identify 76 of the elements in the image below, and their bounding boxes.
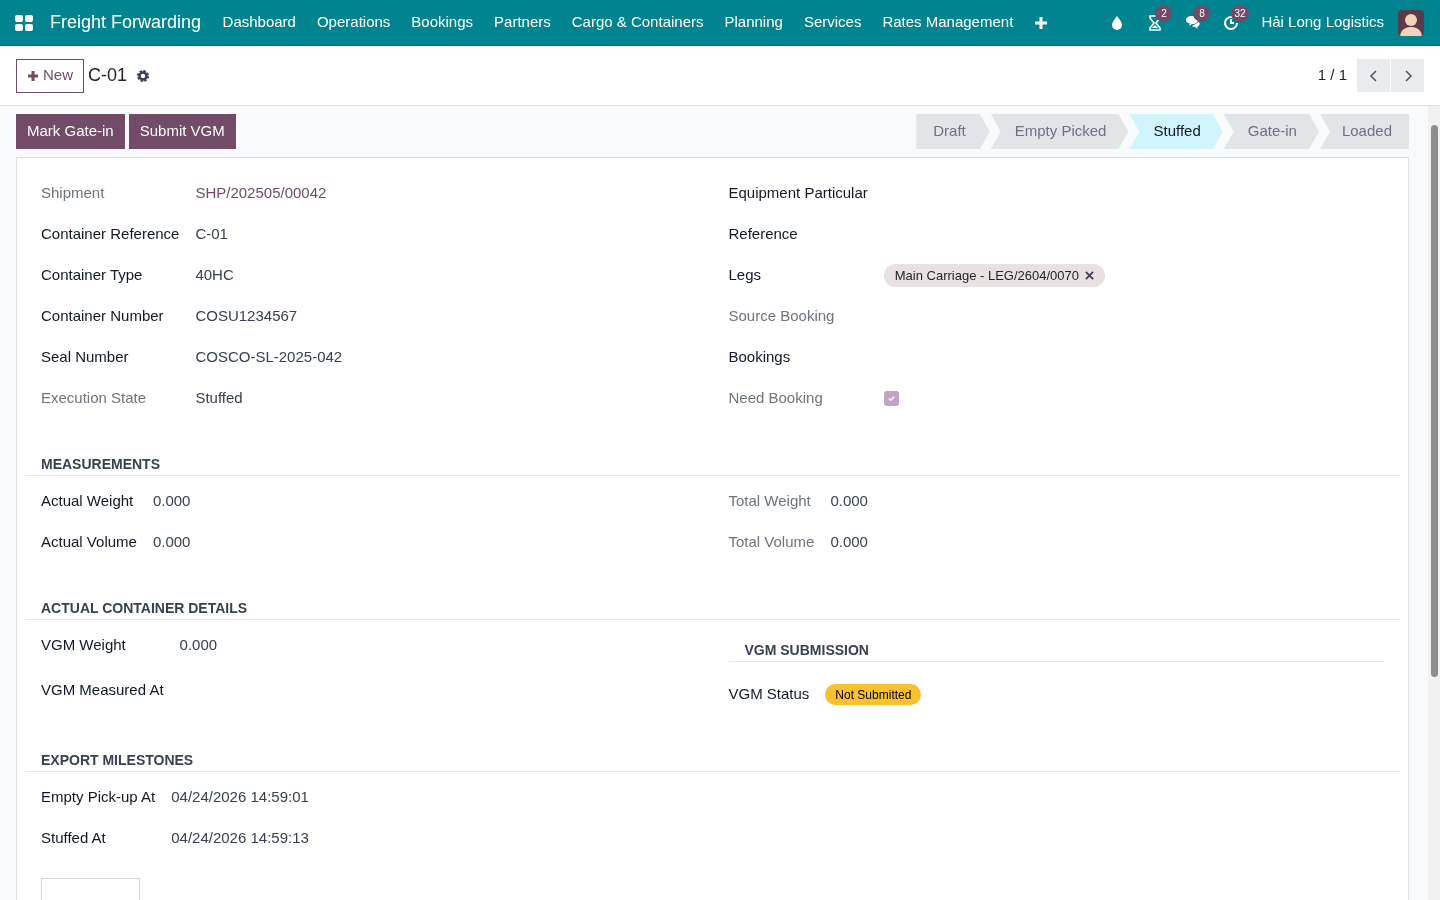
field-value: 04/24/2026 14:59:13 — [171, 828, 309, 849]
field-label: Container Type — [41, 265, 144, 286]
company-name[interactable]: Hải Long Logistics — [1261, 11, 1384, 34]
field-label: Actual Weight — [41, 491, 135, 512]
field-label: Shipment — [41, 183, 106, 204]
field-label: VGM Status — [728, 684, 810, 705]
field-label: Legs — [728, 265, 763, 286]
nav-menu-item[interactable]: Operations — [306, 11, 401, 34]
status-stage[interactable]: Draft — [916, 114, 990, 149]
nav-menu-item[interactable]: Partners — [483, 11, 562, 34]
field-label: Container Reference — [41, 224, 180, 245]
field-label: Bookings — [728, 347, 792, 368]
field-label: Source Booking — [728, 306, 836, 327]
leg-tag: Main Carriage - LEG/2604/0070 — [883, 264, 1105, 287]
nav-menu-item[interactable]: Rates Management — [871, 11, 1024, 34]
field-label: Total Volume — [728, 532, 815, 553]
record-title: C-01 — [88, 64, 128, 87]
plus-icon[interactable] — [1033, 15, 1048, 30]
nav-menu-item[interactable]: Services — [793, 11, 872, 34]
section-heading: ACTUAL CONTAINER DETAILS — [41, 600, 248, 616]
user-avatar[interactable] — [1398, 9, 1424, 36]
status-stage[interactable]: Empty Picked — [990, 114, 1129, 149]
nav-menu-item[interactable]: Cargo & Containers — [561, 11, 714, 34]
section-heading: VGM SUBMISSION — [744, 642, 869, 658]
nav-menu-item[interactable]: Dashboard — [212, 11, 307, 34]
action-button[interactable]: Submit VGM — [128, 114, 236, 149]
field-value: 0.000 — [152, 491, 191, 512]
scrollbar[interactable] — [1428, 106, 1440, 900]
field-value: COSU1234567 — [195, 306, 298, 327]
field-label: Actual Volume — [41, 532, 137, 553]
remove-icon[interactable] — [1085, 271, 1094, 280]
notification-badge: 2 — [1155, 4, 1173, 22]
status-stage[interactable]: Gate-in — [1223, 114, 1319, 149]
field-label: Empty Pick-up At — [41, 787, 156, 808]
field-value: 0.000 — [830, 491, 868, 512]
notification-badge: 32 — [1231, 4, 1249, 22]
field-value: C-01 — [195, 224, 228, 245]
check-icon — [886, 394, 896, 403]
field-label: Stuffed At — [41, 828, 107, 849]
previous-icon — [1367, 68, 1380, 83]
status-badge: Not Submitted — [825, 684, 922, 705]
checkbox[interactable] — [883, 391, 899, 406]
field-value: 40HC — [195, 265, 234, 286]
field-value: 0.000 — [179, 635, 218, 656]
status-stage[interactable]: Loaded — [1319, 114, 1409, 149]
app-title[interactable]: Freight Forwarding — [50, 9, 202, 36]
notification-badge: 8 — [1193, 4, 1211, 22]
record-link[interactable]: SHP/202505/00042 — [195, 182, 327, 205]
pager-value: 1 / 1 — [1317, 65, 1347, 86]
plus-icon — [27, 69, 39, 82]
field-label: Reference — [728, 224, 799, 245]
nav-menu-item[interactable]: Planning — [714, 11, 794, 34]
settings-icon[interactable] — [136, 68, 151, 83]
field-label: Container Number — [41, 306, 165, 327]
field-value: COSCO-SL-2025-042 — [195, 347, 343, 368]
field-label: Execution State — [41, 388, 148, 409]
new-button[interactable]: New — [16, 58, 84, 93]
field-label: Need Booking — [728, 388, 824, 409]
field-label: VGM Measured At — [41, 680, 164, 701]
next-button[interactable] — [1391, 59, 1424, 92]
section-heading: EXPORT MILESTONES — [41, 752, 194, 768]
field-value: Stuffed — [195, 388, 243, 409]
nav-menu-item[interactable]: Bookings — [400, 11, 484, 34]
field-value: 0.000 — [830, 532, 868, 553]
section-heading: MEASUREMENTS — [41, 456, 160, 472]
field-value: 04/24/2026 14:59:01 — [171, 787, 309, 808]
apps-menu-icon[interactable] — [15, 14, 33, 31]
scrollbar-thumb[interactable] — [1431, 125, 1438, 677]
status-stage[interactable]: Stuffed — [1129, 114, 1223, 149]
field-value: 0.000 — [152, 532, 191, 553]
previous-button[interactable] — [1357, 59, 1390, 92]
field-label: VGM Weight — [41, 635, 127, 656]
field-label: Total Weight — [728, 491, 812, 512]
field-label: Seal Number — [41, 347, 130, 368]
field-label: Equipment Particular — [728, 183, 868, 204]
action-button[interactable]: Mark Gate-in — [16, 114, 125, 149]
